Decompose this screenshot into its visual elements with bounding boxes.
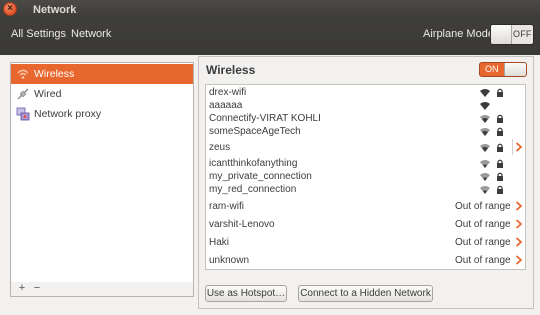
network-row[interactable] bbox=[206, 269, 525, 270]
signal-strength-icon bbox=[480, 89, 490, 97]
toolbar: All Settings Network Airplane Mode OFF bbox=[0, 20, 540, 55]
chevron-right-icon[interactable] bbox=[515, 237, 523, 247]
breadcrumb-network[interactable]: Network bbox=[71, 28, 111, 40]
airplane-mode-state: OFF bbox=[513, 29, 532, 39]
switch-knob bbox=[504, 63, 526, 76]
wireless-switch[interactable]: ON bbox=[479, 62, 527, 77]
network-name: icantthinkofanything bbox=[209, 158, 298, 169]
network-status: Out of range bbox=[455, 219, 511, 230]
wireless-switch-state: ON bbox=[485, 64, 499, 74]
lock-icon bbox=[497, 172, 503, 181]
network-name: drex-wifi bbox=[209, 87, 247, 98]
signal-strength-icon bbox=[480, 144, 490, 152]
network-name: unknown bbox=[209, 255, 250, 266]
network-name: someSpaceAgeTech bbox=[209, 126, 301, 137]
network-name: my_red_connection bbox=[209, 184, 297, 195]
all-settings-button[interactable]: All Settings bbox=[11, 28, 66, 40]
network-name: Haki bbox=[209, 237, 230, 248]
network-row[interactable]: someSpaceAgeTech bbox=[206, 125, 525, 138]
network-row[interactable]: varshit-Lenovo Out of range bbox=[206, 215, 525, 233]
airplane-mode-switch[interactable]: OFF bbox=[490, 24, 534, 45]
network-row[interactable]: ram-wifi Out of range bbox=[206, 197, 525, 215]
network-row[interactable]: drex-wifi bbox=[206, 86, 525, 99]
network-name: my_private_connection bbox=[209, 171, 312, 182]
network-status: Out of range bbox=[455, 255, 511, 266]
network-name: ram-wifi bbox=[209, 201, 244, 212]
chevron-right-icon[interactable] bbox=[515, 255, 523, 265]
panel-title: Wireless bbox=[206, 63, 256, 77]
lock-icon bbox=[497, 143, 503, 152]
network-row[interactable]: my_private_connection bbox=[206, 170, 525, 183]
network-status: Out of range bbox=[455, 201, 511, 212]
lock-icon bbox=[497, 114, 503, 123]
network-row[interactable]: icantthinkofanything bbox=[206, 157, 525, 170]
sidebar-item-wireless[interactable]: Wireless bbox=[11, 64, 193, 84]
wired-icon bbox=[17, 88, 29, 100]
sidebar-item-label: Network proxy bbox=[34, 108, 102, 120]
network-name: zeus bbox=[209, 142, 231, 153]
row-separator bbox=[512, 139, 513, 155]
chevron-right-icon[interactable] bbox=[515, 201, 523, 211]
network-name: aaaaaa bbox=[209, 100, 243, 111]
network-name: Connectify-VIRAT KOHLI bbox=[209, 113, 321, 124]
sidebar-item-label: Wireless bbox=[34, 68, 75, 80]
airplane-mode-label: Airplane Mode bbox=[423, 28, 494, 40]
switch-knob bbox=[491, 25, 512, 44]
network-row[interactable]: aaaaaa bbox=[206, 99, 525, 112]
network-row[interactable]: Haki Out of range bbox=[206, 233, 525, 251]
signal-strength-icon bbox=[480, 160, 490, 168]
signal-strength-icon bbox=[480, 115, 490, 123]
network-row[interactable]: unknown Out of range bbox=[206, 251, 525, 269]
network-row[interactable]: Connectify-VIRAT KOHLI bbox=[206, 112, 525, 125]
sidebar-item-network-proxy[interactable]: Network proxy bbox=[11, 104, 193, 124]
network-row[interactable]: my_red_connection bbox=[206, 183, 525, 197]
lock-icon bbox=[497, 185, 503, 194]
device-list: Wireless Wired Network proxy bbox=[10, 62, 194, 283]
chevron-right-icon[interactable] bbox=[515, 219, 523, 229]
lock-icon bbox=[497, 127, 503, 136]
network-list: drex-wifi aaaaaa Connectify-VIRAT KOHLI … bbox=[205, 84, 526, 270]
wireless-icon bbox=[17, 69, 29, 79]
use-as-hotspot-button[interactable]: Use as Hotspot… bbox=[205, 285, 287, 302]
signal-strength-icon bbox=[480, 102, 490, 110]
sidebar-item-wired[interactable]: Wired bbox=[11, 84, 193, 104]
network-proxy-icon bbox=[16, 107, 30, 121]
signal-strength-icon bbox=[480, 186, 490, 194]
signal-strength-icon bbox=[480, 173, 490, 181]
connect-hidden-network-button[interactable]: Connect to a Hidden Network bbox=[298, 285, 433, 302]
lock-icon bbox=[497, 159, 503, 168]
chevron-right-icon[interactable] bbox=[515, 142, 523, 152]
network-name: varshit-Lenovo bbox=[209, 219, 275, 230]
add-device-button[interactable]: + bbox=[16, 283, 28, 295]
network-row[interactable]: zeus bbox=[206, 138, 525, 157]
remove-device-button[interactable]: − bbox=[31, 283, 43, 295]
window-title: Network bbox=[33, 4, 77, 16]
sidebar-item-label: Wired bbox=[34, 88, 62, 100]
device-list-toolbar: + − bbox=[10, 282, 194, 297]
title-bar: × Network bbox=[0, 0, 540, 20]
lock-icon bbox=[497, 88, 503, 97]
network-status: Out of range bbox=[455, 237, 511, 248]
close-icon[interactable]: × bbox=[3, 2, 17, 16]
signal-strength-icon bbox=[480, 128, 490, 136]
